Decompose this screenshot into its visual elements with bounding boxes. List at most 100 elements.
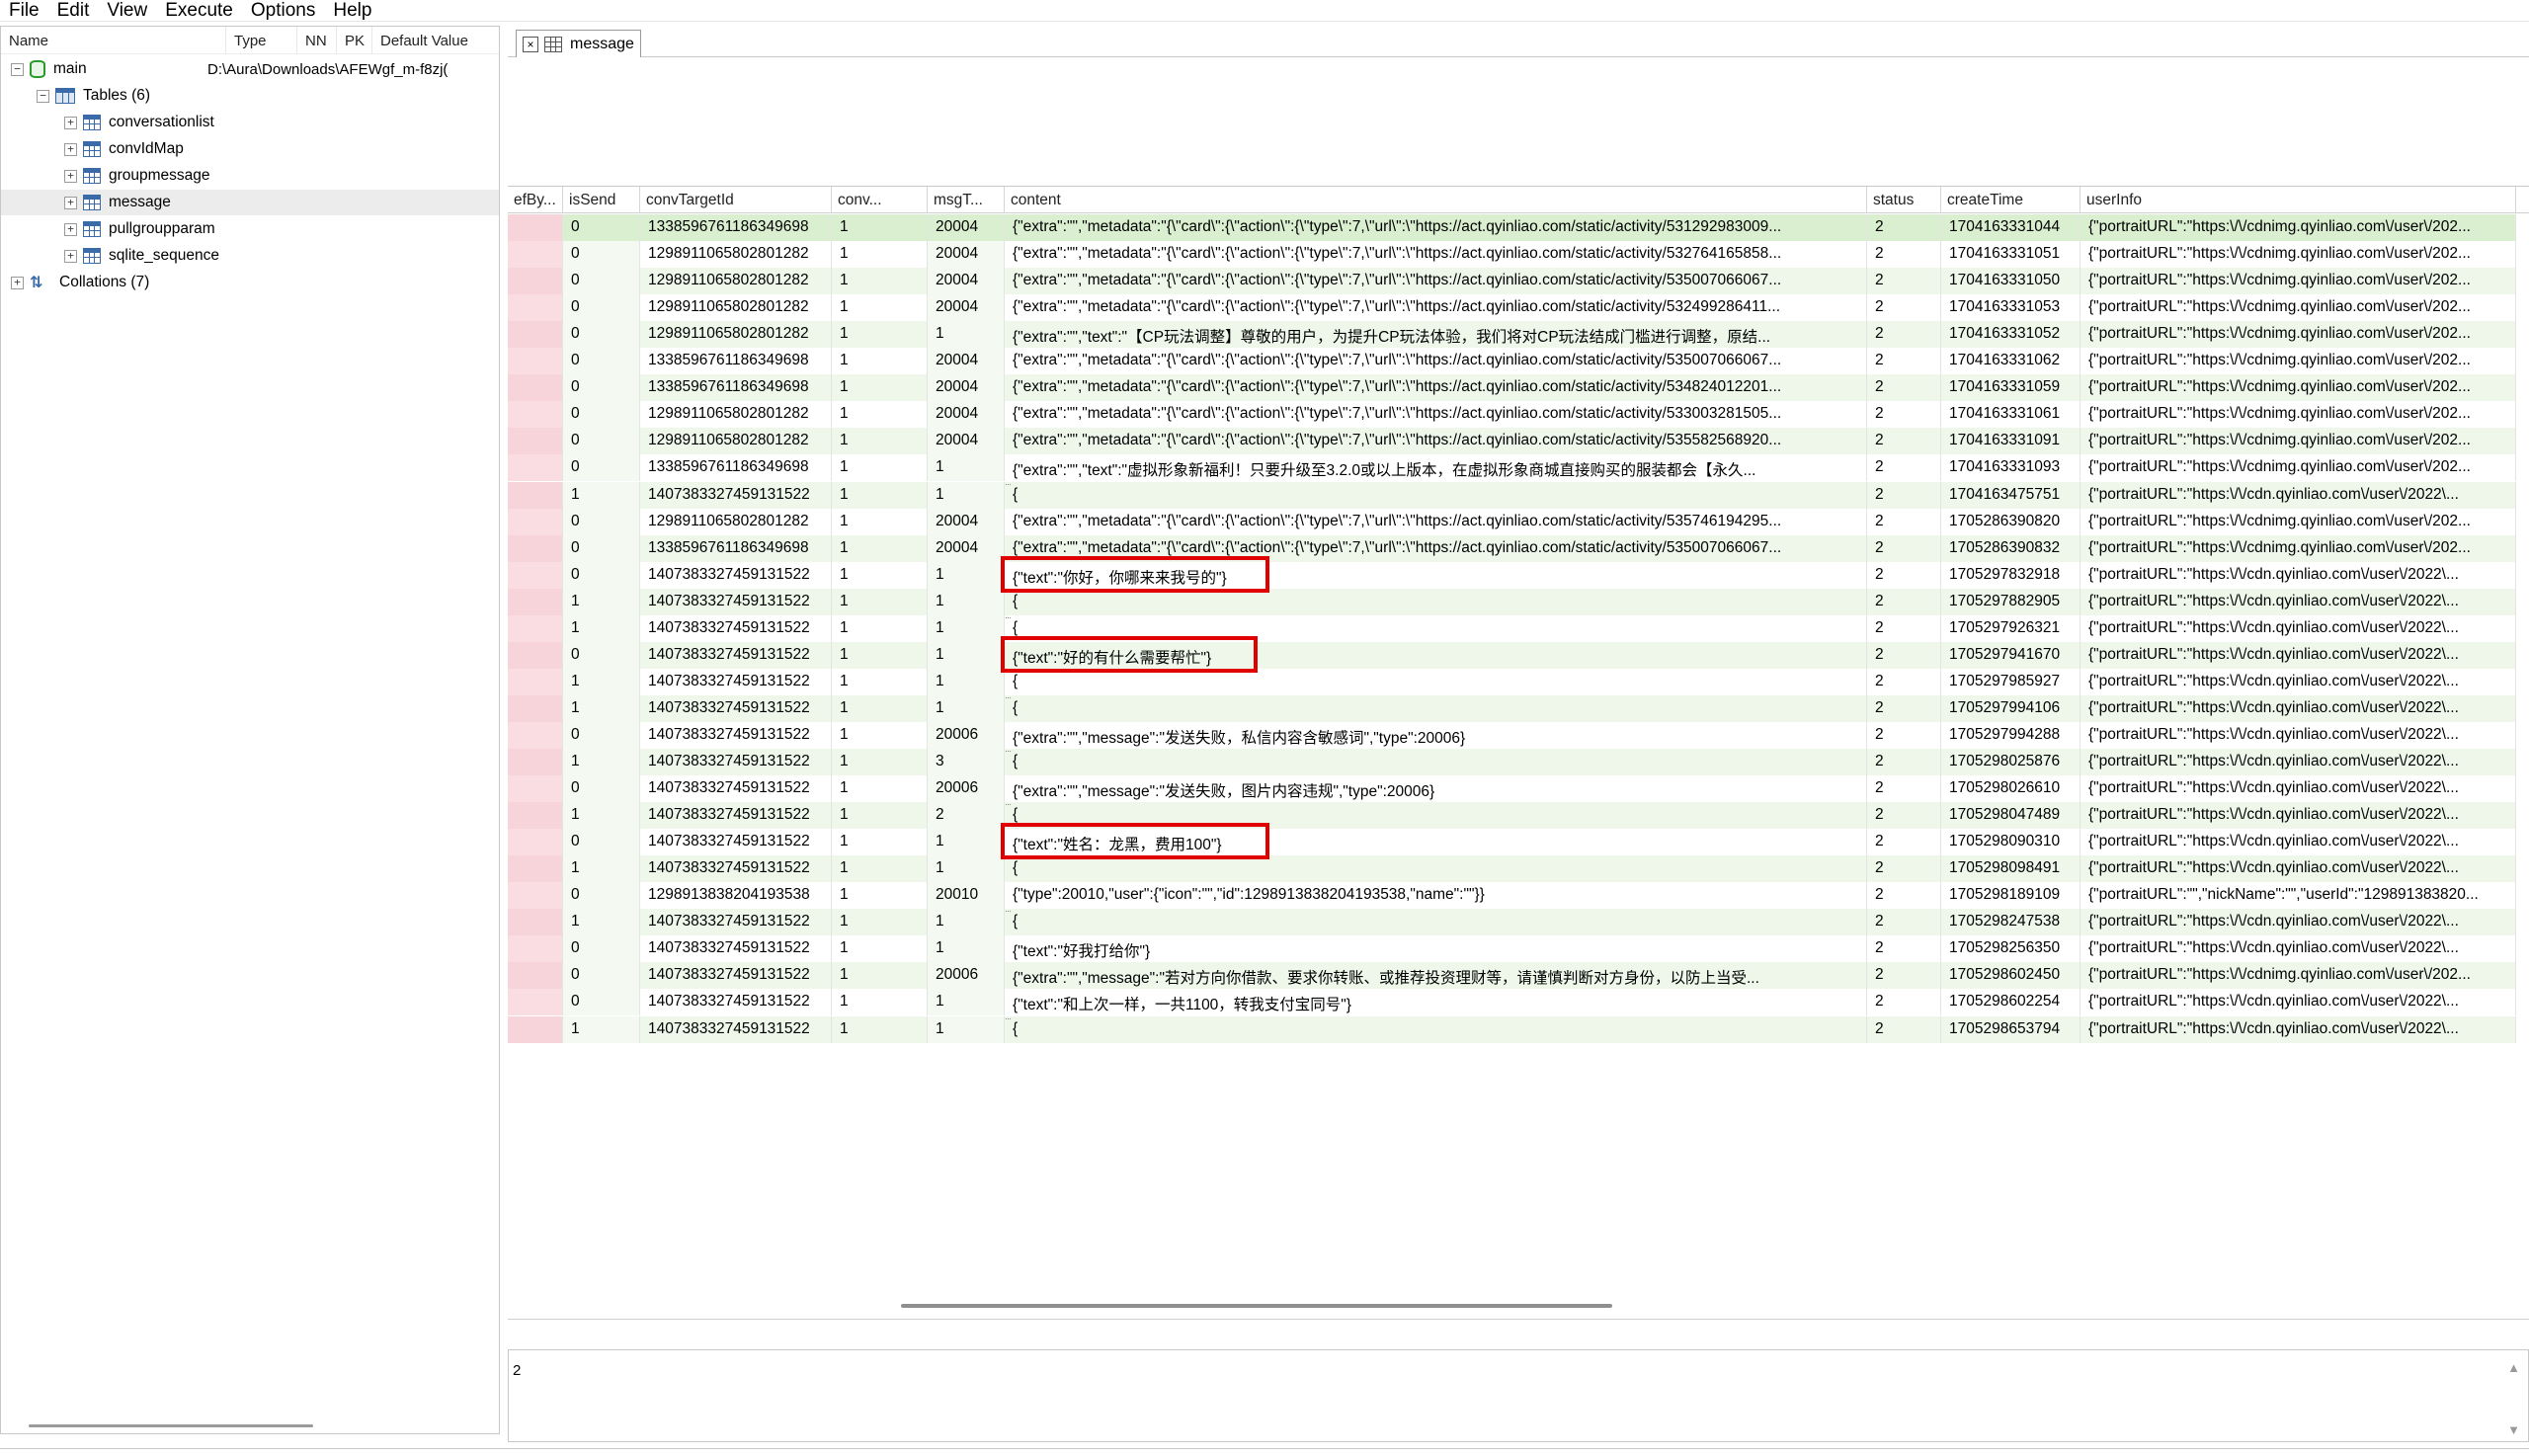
cell-createtime[interactable]: 1705297941670 xyxy=(1941,642,2080,669)
cell-msgt[interactable]: 1 xyxy=(928,482,1005,509)
table-row[interactable]: 0 1407383327459131522 1 1 {"text":"好的有什么需要帮忙… xyxy=(508,642,2529,669)
tree-col-default[interactable]: Default Value xyxy=(372,27,499,54)
cell-efby[interactable] xyxy=(508,241,563,268)
menu-view[interactable]: View xyxy=(98,0,156,22)
table-row[interactable]: 1 1407383327459131522 1 1{2 1705298653794 {"p… xyxy=(508,1016,2529,1043)
cell-conv[interactable]: 1 xyxy=(832,935,928,962)
cell-convtargetid[interactable]: 1298911065802801282 xyxy=(640,294,832,321)
cell-efby[interactable] xyxy=(508,749,563,775)
cell-efby[interactable] xyxy=(508,695,563,722)
cell-content[interactable]: {"extra":"","message":"若对方向你借款、要求你转账、或推荐… xyxy=(1005,962,1867,989)
cell-msgt[interactable]: 1 xyxy=(928,855,1005,882)
table-row[interactable]: 1 1407383327459131522 1 1{2 1705298098491 {"p… xyxy=(508,855,2529,882)
cell-conv[interactable]: 1 xyxy=(832,615,928,642)
cell-userinfo[interactable]: {"portraitURL":"https:\/\/cdn.qyinliao.c… xyxy=(2080,642,2516,669)
cell-userinfo[interactable]: {"portraitURL":"https:\/\/cdn.qyinliao.c… xyxy=(2080,935,2516,962)
cell-editor-value[interactable]: 2 xyxy=(513,1362,521,1379)
cell-status[interactable]: 2 xyxy=(1867,882,1941,909)
cell-conv[interactable]: 1 xyxy=(832,374,928,401)
cell-status[interactable]: 2 xyxy=(1867,482,1941,509)
table-row[interactable]: 1 1407383327459131522 1 1{2 1705298247538 {"p… xyxy=(508,909,2529,935)
cell-userinfo[interactable]: {"portraitURL":"https:\/\/cdn.qyinliao.c… xyxy=(2080,482,2516,509)
expand-icon[interactable]: + xyxy=(64,116,77,129)
cell-content[interactable]: {"extra":"","metadata":"{\"card\":{\"act… xyxy=(1005,241,1867,268)
cell-content[interactable]: {"text":"你好，你哪来来我号的"} xyxy=(1005,562,1867,589)
cell-msgt[interactable]: 1 xyxy=(928,935,1005,962)
grid-horizontal-scrollbar[interactable] xyxy=(901,1304,1612,1308)
cell-createtime[interactable]: 1705298256350 xyxy=(1941,935,2080,962)
cell-convtargetid[interactable]: 1407383327459131522 xyxy=(640,749,832,775)
cell-efby[interactable] xyxy=(508,321,563,348)
cell-conv[interactable]: 1 xyxy=(832,348,928,374)
cell-msgt[interactable]: 20004 xyxy=(928,428,1005,454)
expand-icon[interactable]: + xyxy=(64,249,77,263)
cell-issend[interactable]: 0 xyxy=(563,935,640,962)
cell-msgt[interactable]: 3 xyxy=(928,749,1005,775)
cell-conv[interactable]: 1 xyxy=(832,428,928,454)
cell-convtargetid[interactable]: 1407383327459131522 xyxy=(640,1016,832,1043)
cell-userinfo[interactable]: {"portraitURL":"https:\/\/cdn.qyinliao.c… xyxy=(2080,829,2516,855)
cell-efby[interactable] xyxy=(508,482,563,509)
cell-content[interactable]: {"extra":"","metadata":"{\"card\":{\"act… xyxy=(1005,268,1867,294)
cell-convtargetid[interactable]: 1338596761186349698 xyxy=(640,535,832,562)
cell-createtime[interactable]: 1705298653794 xyxy=(1941,1016,2080,1043)
cell-msgt[interactable]: 20004 xyxy=(928,268,1005,294)
cell-content[interactable]: {"extra":"","metadata":"{\"card\":{\"act… xyxy=(1005,401,1867,428)
cell-conv[interactable]: 1 xyxy=(832,642,928,669)
cell-conv[interactable]: 1 xyxy=(832,695,928,722)
cell-convtargetid[interactable]: 1407383327459131522 xyxy=(640,962,832,989)
cell-userinfo[interactable]: {"portraitURL":"https:\/\/cdn.qyinliao.c… xyxy=(2080,615,2516,642)
cell-status[interactable]: 2 xyxy=(1867,749,1941,775)
data-grid[interactable]: efBy... isSend convTargetId conv... msgT... c… xyxy=(508,186,2529,1332)
cell-conv[interactable]: 1 xyxy=(832,589,928,615)
cell-issend[interactable]: 0 xyxy=(563,374,640,401)
cell-efby[interactable] xyxy=(508,615,563,642)
tree-col-name[interactable]: Name xyxy=(1,27,226,54)
cell-content[interactable]: { xyxy=(1005,695,1867,722)
cell-efby[interactable] xyxy=(508,535,563,562)
cell-conv[interactable]: 1 xyxy=(832,829,928,855)
cell-userinfo[interactable]: {"portraitURL":"https:\/\/cdnimg.qyinlia… xyxy=(2080,428,2516,454)
table-row[interactable]: 1 1407383327459131522 1 1{2 1705297994106 {"p… xyxy=(508,695,2529,722)
cell-issend[interactable]: 0 xyxy=(563,428,640,454)
cell-userinfo[interactable]: {"portraitURL":"https:\/\/cdnimg.qyinlia… xyxy=(2080,321,2516,348)
table-row[interactable]: 0 1338596761186349698 1 20004 {"extra":"","m… xyxy=(508,348,2529,374)
cell-efby[interactable] xyxy=(508,775,563,802)
cell-status[interactable]: 2 xyxy=(1867,374,1941,401)
column-header[interactable]: msgT... xyxy=(928,187,1005,213)
cell-content[interactable]: {"text":"好我打给你"} xyxy=(1005,935,1867,962)
expand-icon[interactable]: + xyxy=(64,142,77,156)
cell-issend[interactable]: 0 xyxy=(563,882,640,909)
tree-item-table-conversationlist[interactable]: + conversationlist xyxy=(1,110,499,135)
cell-issend[interactable]: 0 xyxy=(563,348,640,374)
cell-createtime[interactable]: 1705298098491 xyxy=(1941,855,2080,882)
menu-edit[interactable]: Edit xyxy=(48,0,99,22)
cell-conv[interactable]: 1 xyxy=(832,669,928,695)
cell-efby[interactable] xyxy=(508,562,563,589)
cell-content[interactable]: { xyxy=(1005,669,1867,695)
cell-convtargetid[interactable]: 1407383327459131522 xyxy=(640,562,832,589)
cell-createtime[interactable]: 1704163331059 xyxy=(1941,374,2080,401)
cell-value-editor[interactable]: 2 ▲ ▼ xyxy=(508,1349,2529,1442)
table-row[interactable]: 0 1407383327459131522 1 1 {"text":"好我打给你"} 2 1… xyxy=(508,935,2529,962)
cell-msgt[interactable]: 1 xyxy=(928,695,1005,722)
cell-createtime[interactable]: 1705298047489 xyxy=(1941,802,2080,829)
cell-msgt[interactable]: 2 xyxy=(928,802,1005,829)
cell-conv[interactable]: 1 xyxy=(832,882,928,909)
cell-msgt[interactable]: 20004 xyxy=(928,241,1005,268)
cell-status[interactable]: 2 xyxy=(1867,428,1941,454)
cell-status[interactable]: 2 xyxy=(1867,1016,1941,1043)
cell-issend[interactable]: 1 xyxy=(563,589,640,615)
cell-efby[interactable] xyxy=(508,294,563,321)
cell-issend[interactable]: 1 xyxy=(563,855,640,882)
cell-convtargetid[interactable]: 1298913838204193538 xyxy=(640,882,832,909)
cell-efby[interactable] xyxy=(508,802,563,829)
tree-horizontal-scrollbar[interactable] xyxy=(29,1424,313,1427)
cell-createtime[interactable]: 1704163475751 xyxy=(1941,482,2080,509)
cell-convtargetid[interactable]: 1407383327459131522 xyxy=(640,482,832,509)
cell-conv[interactable]: 1 xyxy=(832,855,928,882)
tree-item-table-groupmessage[interactable]: + groupmessage xyxy=(1,163,499,189)
cell-convtargetid[interactable]: 1298911065802801282 xyxy=(640,321,832,348)
cell-msgt[interactable]: 1 xyxy=(928,589,1005,615)
cell-status[interactable]: 2 xyxy=(1867,909,1941,935)
